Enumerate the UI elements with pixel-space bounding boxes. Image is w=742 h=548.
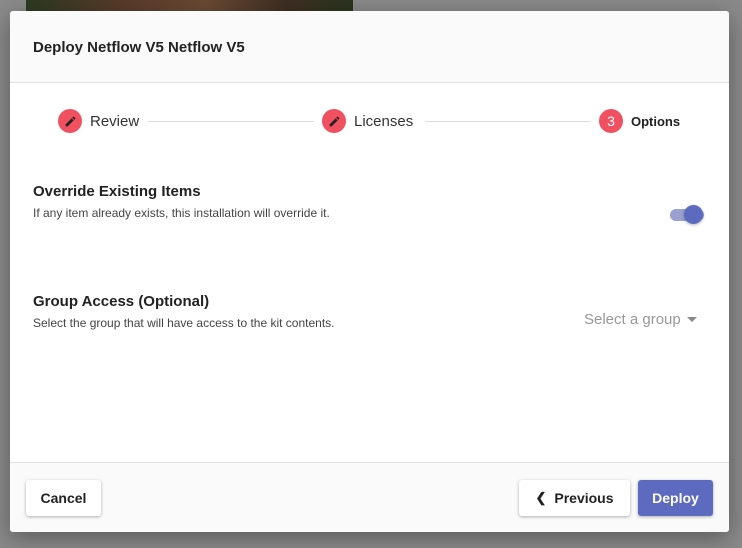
group-select-placeholder: Select a group xyxy=(584,311,681,328)
step-licenses-label: Licenses xyxy=(354,112,414,130)
stepper: Review Licenses 3 Options xyxy=(10,83,729,179)
step-options[interactable]: 3 Options xyxy=(599,109,680,133)
step-licenses[interactable]: Licenses xyxy=(322,109,413,133)
step-options-label: Options xyxy=(631,113,681,129)
group-access-section: Group Access (Optional) Select the group… xyxy=(33,293,335,330)
caret-down-icon xyxy=(686,317,697,322)
step-number: 3 xyxy=(599,109,623,133)
override-description: If any item already exists, this install… xyxy=(33,206,330,220)
deploy-dialog: Deploy Netflow V5 Netflow V5 Review Lice… xyxy=(10,11,729,532)
step-review[interactable]: Review xyxy=(58,109,139,133)
step-connector xyxy=(425,121,591,122)
toggle-thumb xyxy=(684,205,703,224)
pencil-icon xyxy=(58,109,82,133)
override-section: Override Existing Items If any item alre… xyxy=(33,183,330,220)
step-review-label: Review xyxy=(90,112,140,130)
dialog-footer: Cancel ❮ Previous Deploy xyxy=(10,462,729,532)
group-access-description: Select the group that will have access t… xyxy=(33,316,335,330)
cancel-button[interactable]: Cancel xyxy=(26,480,101,516)
previous-button[interactable]: ❮ Previous xyxy=(519,480,630,516)
deploy-button[interactable]: Deploy xyxy=(638,480,713,516)
group-select[interactable]: Select a group xyxy=(584,311,697,328)
step-connector xyxy=(148,121,314,122)
dialog-header: Deploy Netflow V5 Netflow V5 xyxy=(10,11,729,83)
override-title: Override Existing Items xyxy=(33,183,201,200)
chevron-left-icon: ❮ xyxy=(535,490,547,505)
group-access-title: Group Access (Optional) xyxy=(33,293,210,310)
override-toggle[interactable] xyxy=(668,203,706,225)
dialog-title: Deploy Netflow V5 Netflow V5 xyxy=(33,39,245,56)
pencil-icon xyxy=(322,109,346,133)
previous-button-label: Previous xyxy=(554,490,614,506)
